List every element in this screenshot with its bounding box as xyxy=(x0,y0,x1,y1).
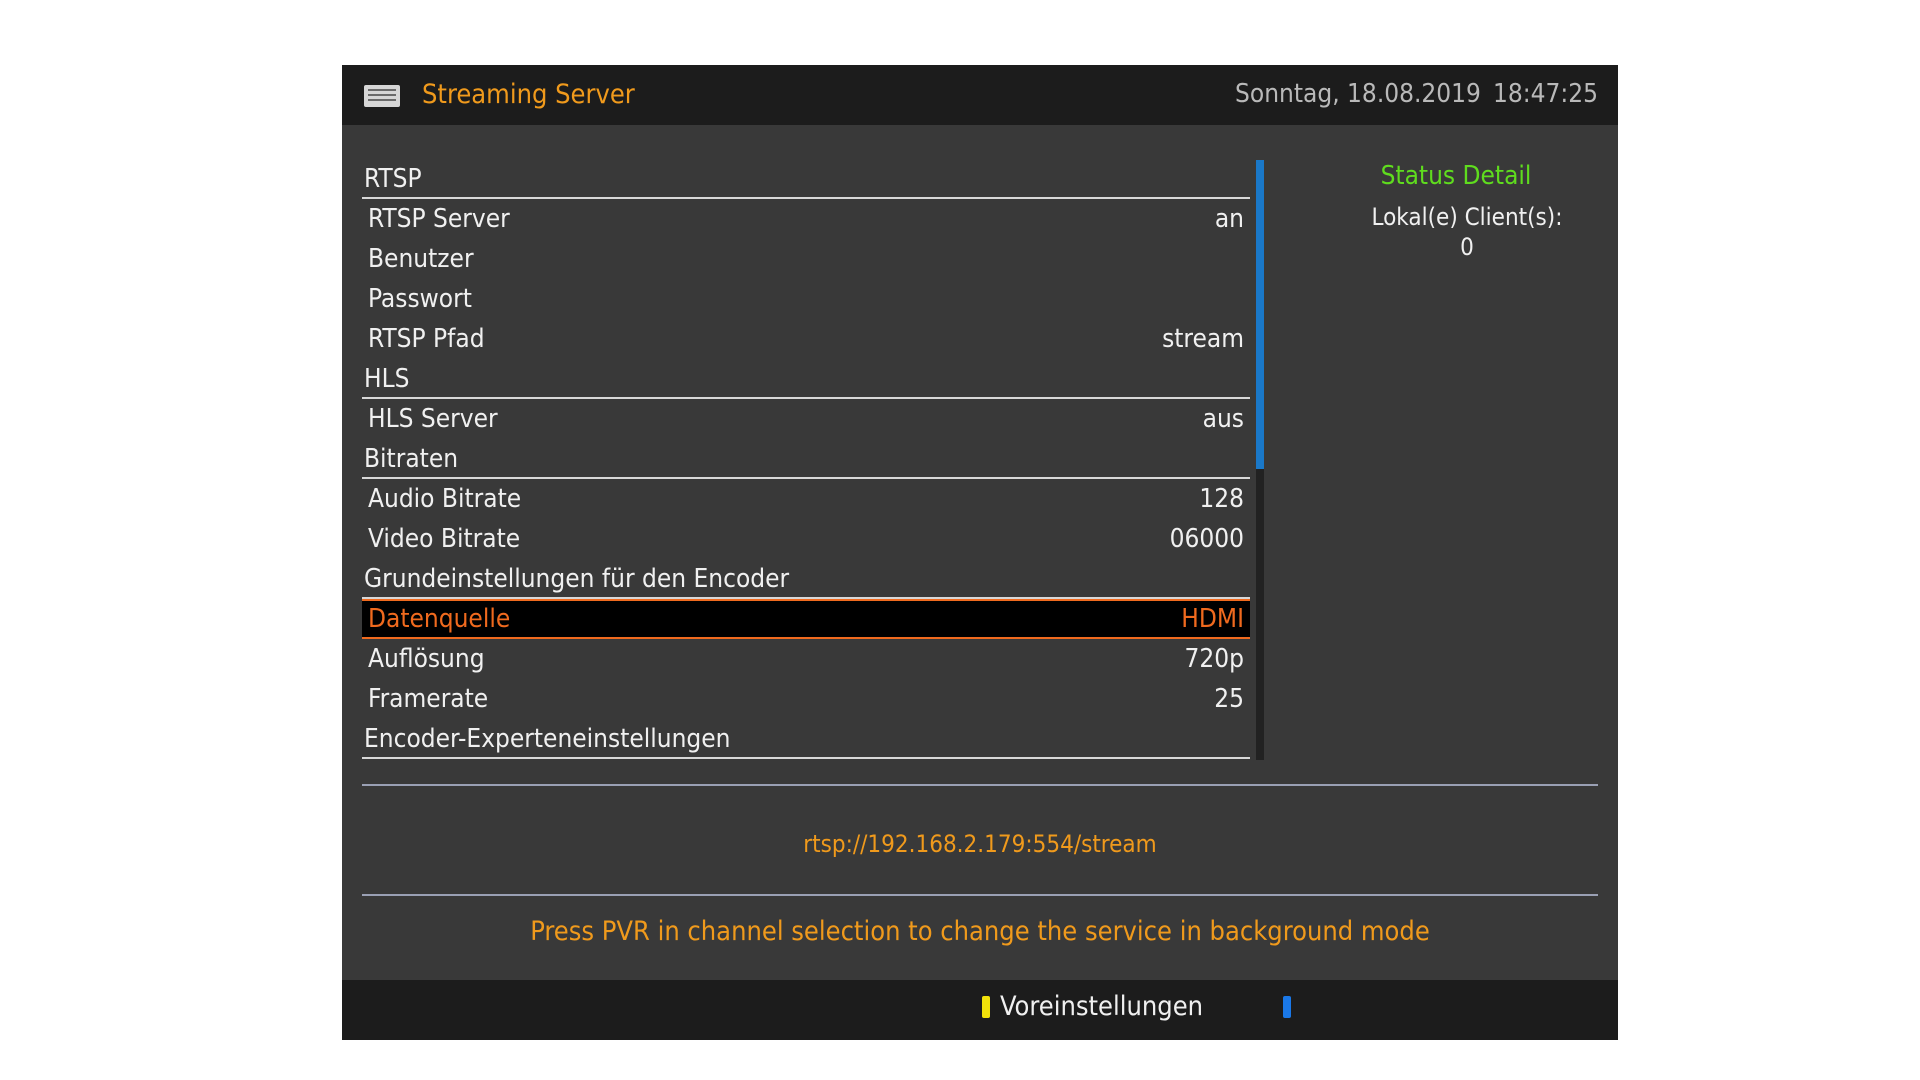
menu-item-hls-server[interactable]: HLS Server aus xyxy=(362,399,1250,439)
stream-url: rtsp://192.168.2.179:554/stream xyxy=(803,830,1157,858)
menu-item-passwort[interactable]: Passwort xyxy=(362,279,1250,319)
section-bitraten: Bitraten xyxy=(362,439,1250,479)
section-hls: HLS xyxy=(362,359,1250,399)
item-label: Auflösung xyxy=(368,644,485,674)
menu-item-benutzer[interactable]: Benutzer xyxy=(362,239,1250,279)
item-value: stream xyxy=(1162,324,1244,354)
item-value: 720p xyxy=(1184,644,1245,674)
tv-screen: Streaming Server Sonntag, 18.08.2019 18:4… xyxy=(342,65,1618,1040)
clients-label: Lokal(e) Client(s): xyxy=(1371,203,1563,231)
menu-scrollbar[interactable] xyxy=(1256,160,1264,760)
menu-item-framerate[interactable]: Framerate 25 xyxy=(362,679,1250,719)
item-value: aus xyxy=(1202,404,1244,434)
streaming-server-icon xyxy=(364,85,400,107)
item-value: 06000 xyxy=(1169,524,1244,554)
section-encoder-expert: Encoder-Experteneinstellungen xyxy=(362,719,1250,759)
blue-key-icon[interactable] xyxy=(1283,996,1291,1018)
item-label: Datenquelle xyxy=(368,604,511,634)
menu-item-rtsp-server[interactable]: RTSP Server an xyxy=(362,199,1250,239)
item-label: Framerate xyxy=(368,684,489,714)
clients-count: 0 xyxy=(1460,233,1474,261)
item-value: HDMI xyxy=(1181,604,1244,634)
section-rtsp: RTSP xyxy=(362,159,1250,199)
item-label: HLS Server xyxy=(368,404,498,434)
status-title: Status Detail xyxy=(1380,161,1532,191)
section-encoder-basics: Grundeinstellungen für den Encoder xyxy=(362,559,1250,599)
item-label: Video Bitrate xyxy=(368,524,521,554)
section-label: Encoder-Experteneinstellungen xyxy=(364,724,731,754)
scrollbar-thumb[interactable] xyxy=(1256,160,1264,469)
item-label: Passwort xyxy=(368,284,472,314)
menu-item-video-bitrate[interactable]: Video Bitrate 06000 xyxy=(362,519,1250,559)
page-title: Streaming Server xyxy=(422,79,635,110)
divider xyxy=(362,894,1598,896)
date-text: Sonntag, 18.08.2019 xyxy=(1235,79,1481,109)
item-value: an xyxy=(1214,204,1244,234)
time-text: 18:47:25 xyxy=(1492,79,1598,109)
yellow-key-icon[interactable] xyxy=(982,996,990,1018)
menu-item-datenquelle[interactable]: Datenquelle HDMI xyxy=(362,599,1250,639)
menu-item-aufloesung[interactable]: Auflösung 720p xyxy=(362,639,1250,679)
section-label: Bitraten xyxy=(364,444,459,474)
yellow-key-label[interactable]: Voreinstellungen xyxy=(1000,991,1203,1022)
item-value: 25 xyxy=(1214,684,1244,714)
settings-menu: RTSP RTSP Server an Benutzer Passwort RT… xyxy=(362,159,1250,759)
divider xyxy=(362,784,1598,786)
item-label: Audio Bitrate xyxy=(368,484,522,514)
button-bar: Voreinstellungen xyxy=(342,980,1618,1040)
help-hint: Press PVR in channel selection to change… xyxy=(530,916,1430,947)
item-label: RTSP Pfad xyxy=(368,324,485,354)
section-label: Grundeinstellungen für den Encoder xyxy=(364,564,790,594)
item-value: 128 xyxy=(1199,484,1244,514)
section-label: RTSP xyxy=(364,164,422,194)
menu-item-rtsp-pfad[interactable]: RTSP Pfad stream xyxy=(362,319,1250,359)
clock: Sonntag, 18.08.2019 18:47:25 xyxy=(1235,79,1598,109)
item-label: Benutzer xyxy=(368,244,474,274)
menu-item-audio-bitrate[interactable]: Audio Bitrate 128 xyxy=(362,479,1250,519)
section-label: HLS xyxy=(364,364,410,394)
title-bar: Streaming Server Sonntag, 18.08.2019 18:4… xyxy=(342,65,1618,125)
item-label: RTSP Server xyxy=(368,204,510,234)
